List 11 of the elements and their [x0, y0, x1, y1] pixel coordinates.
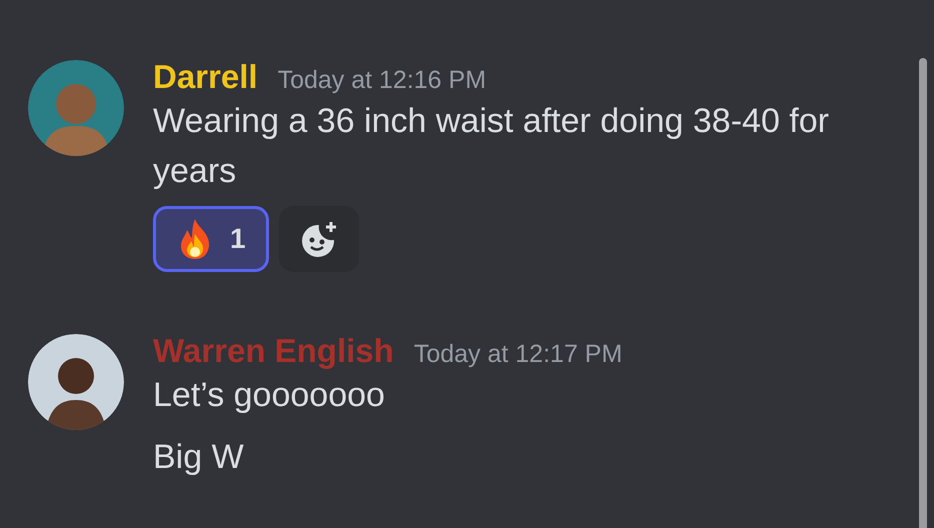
scrollbar[interactable] — [919, 58, 927, 528]
fire-icon — [178, 218, 212, 260]
message-text: Let’s gooooooo — [153, 375, 386, 416]
username[interactable]: Darrell — [153, 58, 258, 96]
timestamp: Today at 12:17 PM — [414, 340, 622, 369]
add-reaction-button[interactable] — [278, 206, 359, 272]
timestamp: Today at 12:16 PM — [278, 66, 486, 95]
avatar[interactable] — [28, 334, 124, 430]
message-text: Big W — [153, 437, 245, 478]
message-text: Wearing a 36 inch waist after doing 38-40 for years — [153, 101, 830, 192]
reaction-button[interactable]: 1 — [153, 206, 269, 272]
